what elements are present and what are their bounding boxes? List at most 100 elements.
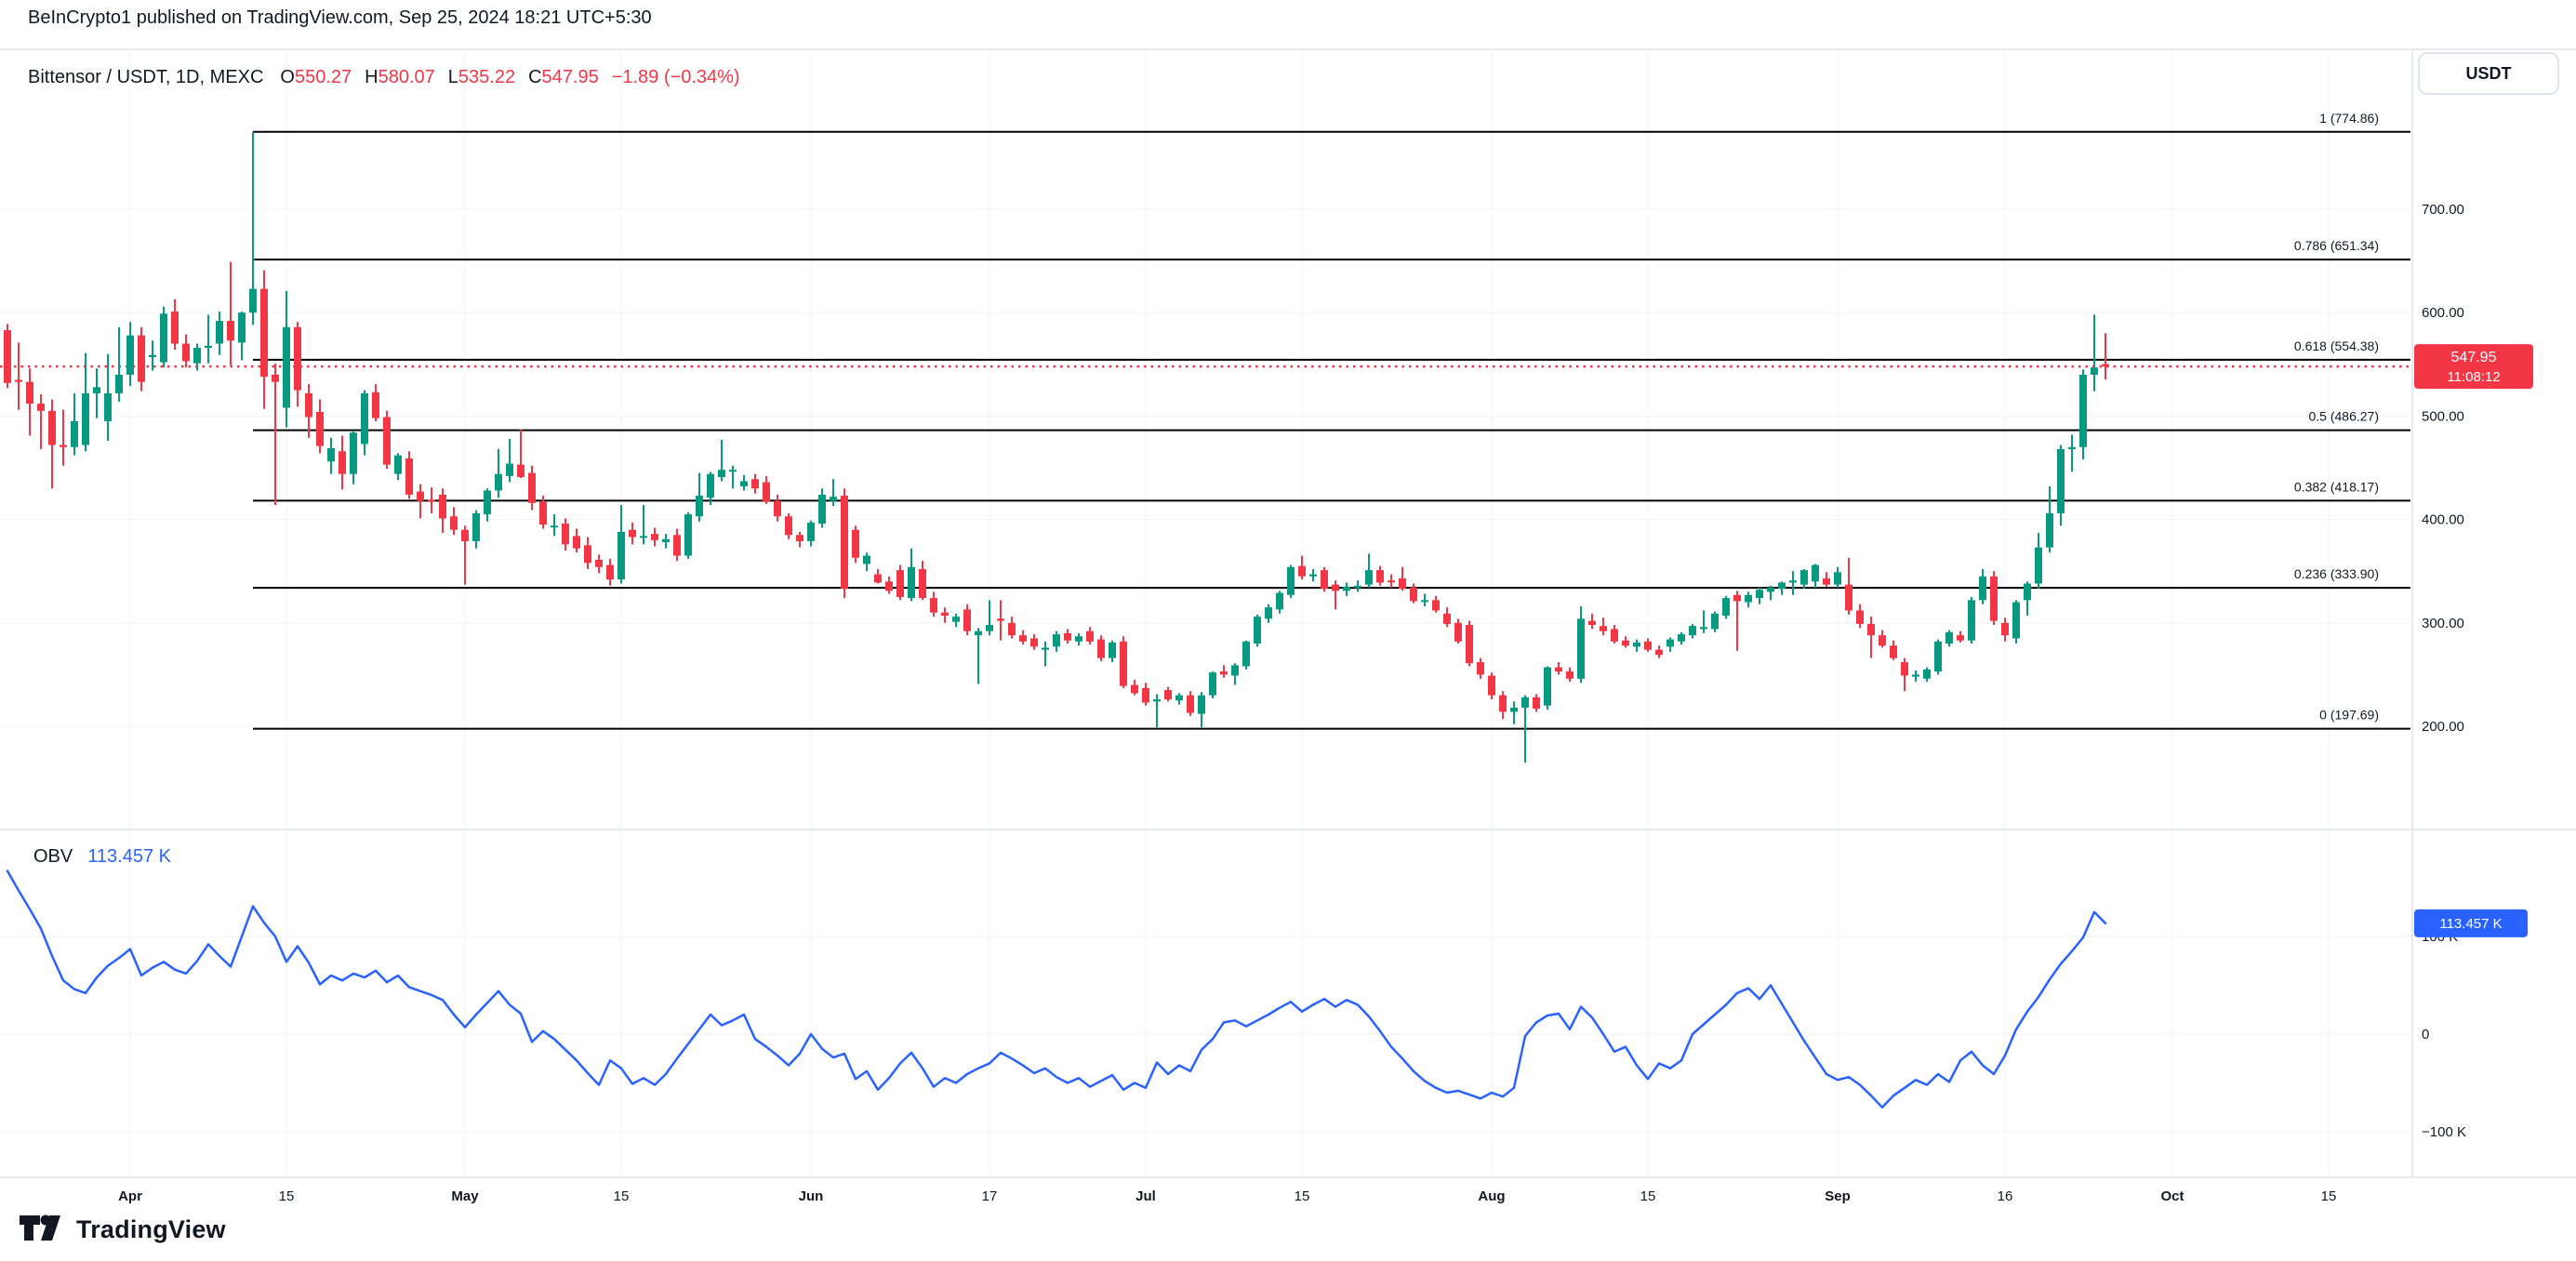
candle: [1187, 691, 1194, 716]
candle: [1477, 658, 1484, 679]
low-value: 535.22: [458, 67, 515, 87]
candle: [182, 335, 190, 368]
candle: [1912, 670, 1919, 682]
price-tick-label: 600.00: [2422, 305, 2464, 321]
price-tick-label: 300.00: [2422, 616, 2464, 631]
candle: [439, 488, 446, 533]
price-tick-label: 700.00: [2422, 202, 2464, 218]
price-scale[interactable]: 700.00600.00500.00400.00300.00200.00100 …: [2422, 202, 2466, 1140]
candle: [975, 628, 982, 684]
candle: [874, 569, 882, 584]
candle: [1209, 671, 1216, 698]
time-tick-label: Sep: [1825, 1188, 1851, 1204]
candle: [1733, 591, 1741, 650]
candle: [1856, 604, 1864, 629]
candle: [294, 322, 301, 406]
candle: [684, 512, 692, 559]
candle: [1142, 683, 1149, 705]
candle: [651, 527, 658, 546]
candle: [1812, 564, 1819, 588]
candle: [595, 554, 603, 573]
candle: [1086, 627, 1094, 644]
candle: [1410, 584, 1417, 604]
candle: [1957, 631, 1964, 643]
time-scale[interactable]: Apr15May15Jun17Jul15Aug15Sep16Oct15: [118, 1188, 2336, 1204]
candle: [841, 488, 848, 598]
time-tick-label: May: [451, 1188, 479, 1204]
candle: [1945, 630, 1953, 647]
candle: [1097, 635, 1105, 661]
candle: [327, 438, 335, 474]
obv-legend[interactable]: OBV113.457 K: [33, 846, 171, 868]
candle: [48, 400, 56, 489]
candle: [1008, 617, 1016, 638]
candle: [852, 525, 859, 563]
candle: [461, 525, 469, 584]
symbol-legend[interactable]: Bittensor / USDT, 1D, MEXCO550.27H580.07…: [28, 67, 740, 88]
candle: [205, 314, 212, 363]
candle: [1298, 556, 1306, 580]
candle: [763, 476, 770, 504]
candle: [450, 507, 458, 535]
svg-text:11:08:12: 11:08:12: [2447, 369, 2500, 385]
time-tick-label: 15: [2321, 1188, 2337, 1204]
candle: [1555, 662, 1562, 674]
open-value: 550.27: [295, 67, 352, 87]
candle: [1767, 586, 1774, 601]
time-tick-label: 17: [982, 1188, 998, 1204]
candle: [1019, 630, 1027, 645]
candle: [1499, 691, 1507, 719]
grid-layer: [0, 49, 2410, 1177]
time-tick-label: 15: [279, 1188, 295, 1204]
candle: [37, 394, 45, 449]
candle: [528, 466, 536, 511]
candle: [428, 487, 435, 513]
obv-value-badge: 113.457 K: [2414, 909, 2528, 937]
candle: [785, 513, 792, 539]
currency-toggle-button[interactable]: USDT: [2418, 52, 2559, 95]
candle: [1510, 701, 1518, 723]
candle: [1689, 624, 1696, 639]
obv-indicator-value: 113.457 K: [87, 846, 171, 867]
candle: [1220, 665, 1228, 677]
candle: [1700, 610, 1707, 632]
candle: [1622, 636, 1629, 647]
tradingview-logo[interactable]: TradingView: [19, 1213, 226, 1246]
candle: [260, 271, 268, 409]
candle: [372, 384, 379, 421]
candle: [1745, 591, 1752, 607]
candle: [1443, 607, 1451, 627]
high-label: H: [365, 67, 378, 87]
candle: [1588, 614, 1596, 630]
candle: [4, 324, 11, 388]
candle: [2024, 581, 2031, 616]
candle: [1254, 615, 1261, 646]
candle: [729, 466, 737, 488]
change-value: −1.89 (−0.34%): [612, 67, 740, 87]
candle: [1488, 672, 1495, 699]
candle: [1287, 565, 1295, 599]
candle: [1644, 638, 1652, 651]
candle: [1030, 634, 1038, 650]
candle: [484, 488, 491, 522]
fib-label: 0.236 (333.90): [2294, 566, 2379, 581]
candle: [863, 552, 870, 571]
candle: [283, 291, 290, 428]
symbol-title: Bittensor / USDT, 1D, MEXC: [28, 67, 263, 87]
time-tick-label: 15: [614, 1188, 630, 1204]
price-tick-label: 400.00: [2422, 512, 2464, 528]
candle: [1566, 668, 1573, 683]
candle: [919, 561, 926, 600]
candle: [796, 532, 803, 548]
chart-canvas[interactable]: 1 (774.86)0.786 (651.34)0.618 (554.38)0.…: [0, 0, 2576, 1261]
candle: [1153, 695, 1161, 728]
candle: [1879, 630, 1886, 648]
candle: [1064, 629, 1071, 644]
candle: [1711, 612, 1719, 632]
candle: [1800, 569, 1808, 589]
candlestick-series[interactable]: [4, 132, 2109, 763]
time-tick-label: 15: [1640, 1188, 1656, 1204]
candle: [2001, 617, 2009, 642]
candle: [405, 451, 413, 498]
candle: [1722, 596, 1730, 618]
